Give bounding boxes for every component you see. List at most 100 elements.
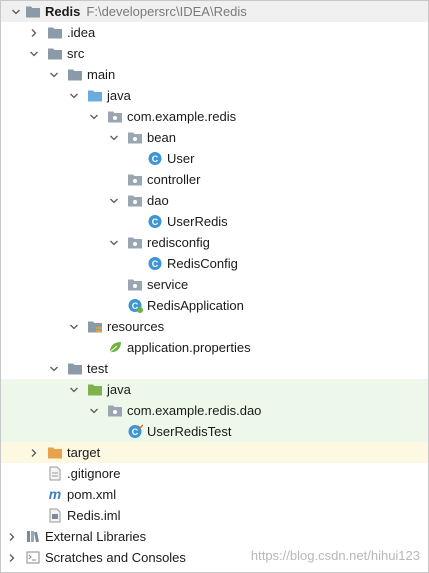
resources-folder-icon <box>87 319 103 334</box>
folder-icon <box>67 67 83 82</box>
tree-node-test[interactable]: test <box>1 358 428 379</box>
chevron-down-icon[interactable] <box>107 190 121 211</box>
node-label: .idea <box>67 25 96 40</box>
test-class-icon <box>127 424 144 439</box>
scratches-icon <box>25 550 41 565</box>
node-label: .gitignore <box>67 466 121 481</box>
node-label: redisconfig <box>147 235 210 250</box>
class-icon <box>147 214 163 229</box>
package-icon <box>127 130 143 145</box>
chevron-right-icon[interactable] <box>5 547 19 568</box>
tree-node-redis-application[interactable]: RedisApplication <box>1 295 428 316</box>
tree-node-external-libraries[interactable]: External Libraries <box>1 526 428 547</box>
package-icon <box>127 277 143 292</box>
tree-node-pom[interactable]: m pom.xml <box>1 484 428 505</box>
node-label: dao <box>147 193 169 208</box>
project-tree: Redis F:\developersrc\IDEA\Redis .idea sr… <box>1 1 428 568</box>
tree-node-resources[interactable]: resources <box>1 316 428 337</box>
chevron-down-icon[interactable] <box>67 316 81 337</box>
tree-node-package[interactable]: com.example.redis <box>1 106 428 127</box>
node-label: service <box>147 277 189 292</box>
project-name: Redis <box>45 4 81 19</box>
project-tool-window: Redis F:\developersrc\IDEA\Redis .idea sr… <box>0 0 429 573</box>
package-icon <box>127 193 143 208</box>
node-label: User <box>167 151 195 166</box>
tree-node-redisconfig[interactable]: redisconfig <box>1 232 428 253</box>
text-file-icon <box>47 466 63 481</box>
node-label: UserRedis <box>167 214 228 229</box>
node-label: main <box>87 67 116 82</box>
tree-node-application-properties[interactable]: application.properties <box>1 337 428 358</box>
tree-node-gitignore[interactable]: .gitignore <box>1 463 428 484</box>
chevron-down-icon[interactable] <box>87 106 101 127</box>
chevron-right-icon[interactable] <box>27 22 41 43</box>
project-path: F:\developersrc\IDEA\Redis <box>86 4 247 19</box>
chevron-down-icon[interactable] <box>107 127 121 148</box>
tree-node-test-package[interactable]: com.example.redis.dao <box>1 400 428 421</box>
node-label: com.example.redis <box>127 109 237 124</box>
package-icon <box>107 109 123 124</box>
tree-node-main[interactable]: main <box>1 64 428 85</box>
chevron-down-icon[interactable] <box>27 43 41 64</box>
test-source-folder-icon <box>87 382 103 397</box>
folder-icon <box>47 25 63 40</box>
class-icon <box>147 151 163 166</box>
node-label: bean <box>147 130 176 145</box>
node-label: src <box>67 46 85 61</box>
node-label: com.example.redis.dao <box>127 403 262 418</box>
node-label: RedisConfig <box>167 256 238 271</box>
tree-node-main-java[interactable]: java <box>1 85 428 106</box>
tree-node-iml[interactable]: Redis.iml <box>1 505 428 526</box>
tree-node-dao[interactable]: dao <box>1 190 428 211</box>
chevron-down-icon[interactable] <box>47 64 61 85</box>
watermark-text: https://blog.csdn.net/hihui123 <box>250 548 420 563</box>
package-icon <box>127 235 143 250</box>
node-label: Scratches and Consoles <box>45 550 186 565</box>
tree-node-service[interactable]: service <box>1 274 428 295</box>
node-label: Redis.iml <box>67 508 121 523</box>
tree-node-user-redis-test[interactable]: UserRedisTest <box>1 421 428 442</box>
module-folder-icon <box>25 4 41 19</box>
node-label: application.properties <box>127 340 251 355</box>
spring-boot-class-icon <box>127 298 143 313</box>
libraries-icon <box>25 529 41 544</box>
tree-node-src[interactable]: src <box>1 43 428 64</box>
node-label: target <box>67 445 101 460</box>
tree-node-user[interactable]: User <box>1 148 428 169</box>
tree-node-user-redis[interactable]: UserRedis <box>1 211 428 232</box>
chevron-down-icon[interactable] <box>87 400 101 421</box>
chevron-down-icon[interactable] <box>9 1 23 22</box>
folder-icon <box>47 46 63 61</box>
excluded-folder-icon <box>47 445 63 460</box>
node-label: UserRedisTest <box>147 424 232 439</box>
node-label: java <box>107 88 131 103</box>
chevron-down-icon[interactable] <box>67 85 81 106</box>
node-label: resources <box>107 319 165 334</box>
tree-node-controller[interactable]: controller <box>1 169 428 190</box>
tree-node-idea[interactable]: .idea <box>1 22 428 43</box>
tree-node-redis-config[interactable]: RedisConfig <box>1 253 428 274</box>
node-label: test <box>87 361 108 376</box>
module-file-icon <box>47 508 63 523</box>
tree-node-test-java[interactable]: java <box>1 379 428 400</box>
node-label: controller <box>147 172 201 187</box>
package-icon <box>107 403 123 418</box>
spring-leaf-icon <box>107 340 123 355</box>
chevron-right-icon[interactable] <box>5 526 19 547</box>
chevron-down-icon[interactable] <box>67 379 81 400</box>
chevron-right-icon[interactable] <box>27 442 41 463</box>
chevron-down-icon[interactable] <box>47 358 61 379</box>
chevron-down-icon[interactable] <box>107 232 121 253</box>
node-label: External Libraries <box>45 529 147 544</box>
source-folder-icon <box>87 88 103 103</box>
folder-icon <box>67 361 83 376</box>
package-icon <box>127 172 143 187</box>
node-label: pom.xml <box>67 487 117 502</box>
maven-icon: m <box>48 486 62 502</box>
node-label: RedisApplication <box>147 298 244 313</box>
node-label: java <box>107 382 131 397</box>
tree-node-target[interactable]: target <box>1 442 428 463</box>
tree-node-bean[interactable]: bean <box>1 127 428 148</box>
tree-node-redis-project[interactable]: Redis F:\developersrc\IDEA\Redis <box>1 1 428 22</box>
class-icon <box>147 256 163 271</box>
